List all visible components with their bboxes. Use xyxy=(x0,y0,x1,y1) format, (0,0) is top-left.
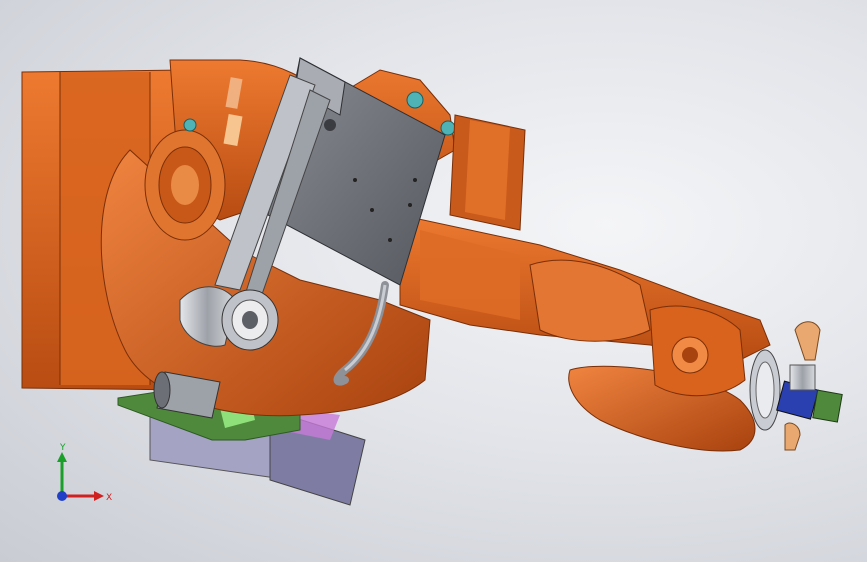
cad-viewport[interactable]: Y X xyxy=(0,0,867,562)
coordinate-triad: Y X xyxy=(57,443,112,503)
z-axis-dot xyxy=(57,491,67,501)
robot-model[interactable] xyxy=(0,0,867,562)
end-effector xyxy=(776,321,843,451)
y-axis-label: Y xyxy=(59,443,66,453)
x-axis-label: X xyxy=(106,493,112,503)
robot-upper-arm-rear xyxy=(449,114,526,231)
